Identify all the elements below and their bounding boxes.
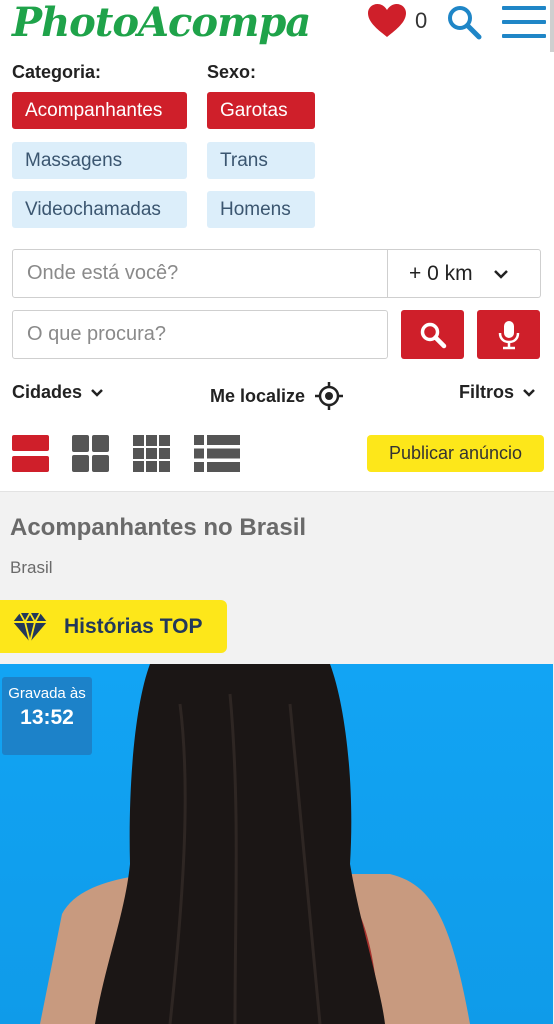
publish-ad-button[interactable]: Publicar anúncio [367, 435, 544, 472]
logo[interactable]: PhotoAcompa [12, 0, 311, 46]
top-stories-button[interactable]: Histórias TOP [0, 600, 227, 653]
chevron-down-icon [91, 389, 103, 397]
cities-dropdown[interactable]: Cidades [12, 382, 104, 403]
menu-icon[interactable] [502, 6, 546, 38]
category-chip-massagens[interactable]: Massagens [12, 142, 187, 179]
recorded-label: Gravada às [8, 685, 86, 702]
filters-label: Filtros [459, 382, 515, 402]
sex-label: Sexo: [207, 62, 257, 82]
category-label: Categoria: [12, 62, 102, 82]
header: PhotoAcompa 0 [0, 0, 554, 52]
heart-icon[interactable] [368, 4, 406, 38]
view-grid-3-icon[interactable] [133, 435, 170, 472]
microphone-icon [498, 320, 519, 349]
filters-dropdown[interactable]: Filtros [459, 382, 536, 403]
scrollbar[interactable] [550, 0, 554, 52]
locate-me-button[interactable]: Me localize [210, 382, 344, 410]
query-input[interactable]: O que procura? [12, 310, 388, 359]
view-list-icon[interactable] [194, 435, 240, 472]
view-grid-2-icon[interactable] [72, 435, 109, 472]
sex-chip-homens[interactable]: Homens [207, 191, 315, 228]
favorites-count: 0 [415, 8, 428, 33]
diamond-icon [13, 610, 47, 642]
radius-select[interactable]: + 0 km [387, 249, 541, 298]
chevron-down-icon [523, 389, 535, 397]
category-chip-videochamadas[interactable]: Videochamadas [12, 191, 187, 228]
locate-label: Me localize [210, 385, 306, 406]
recorded-time: 13:52 [20, 706, 74, 729]
top-stories-label: Histórias TOP [64, 614, 203, 638]
page-title: Acompanhantes no Brasil [10, 514, 307, 541]
cities-label: Cidades [12, 382, 83, 402]
radius-value: + 0 km [409, 261, 473, 285]
crosshair-icon [315, 382, 344, 410]
search-icon [420, 322, 446, 348]
sex-chip-trans[interactable]: Trans [207, 142, 315, 179]
chevron-down-icon [493, 269, 508, 279]
breadcrumb[interactable]: Brasil [10, 558, 53, 578]
recorded-time-badge: Gravada às 13:52 [2, 677, 92, 755]
search-button[interactable] [401, 310, 464, 359]
search-icon[interactable] [446, 4, 482, 40]
location-input[interactable]: Onde está você? [12, 249, 388, 298]
view-large-icon[interactable] [12, 435, 49, 472]
sex-chip-garotas[interactable]: Garotas [207, 92, 315, 129]
category-chip-acompanhantes[interactable]: Acompanhantes [12, 92, 187, 129]
voice-search-button[interactable] [477, 310, 540, 359]
